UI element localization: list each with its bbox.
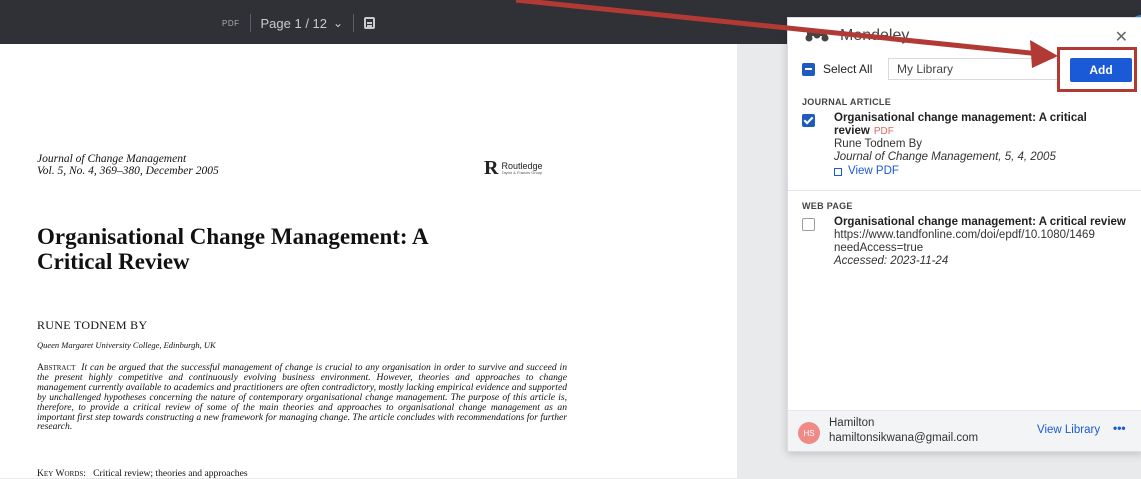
annotation-arrow-icon	[515, 0, 1058, 68]
